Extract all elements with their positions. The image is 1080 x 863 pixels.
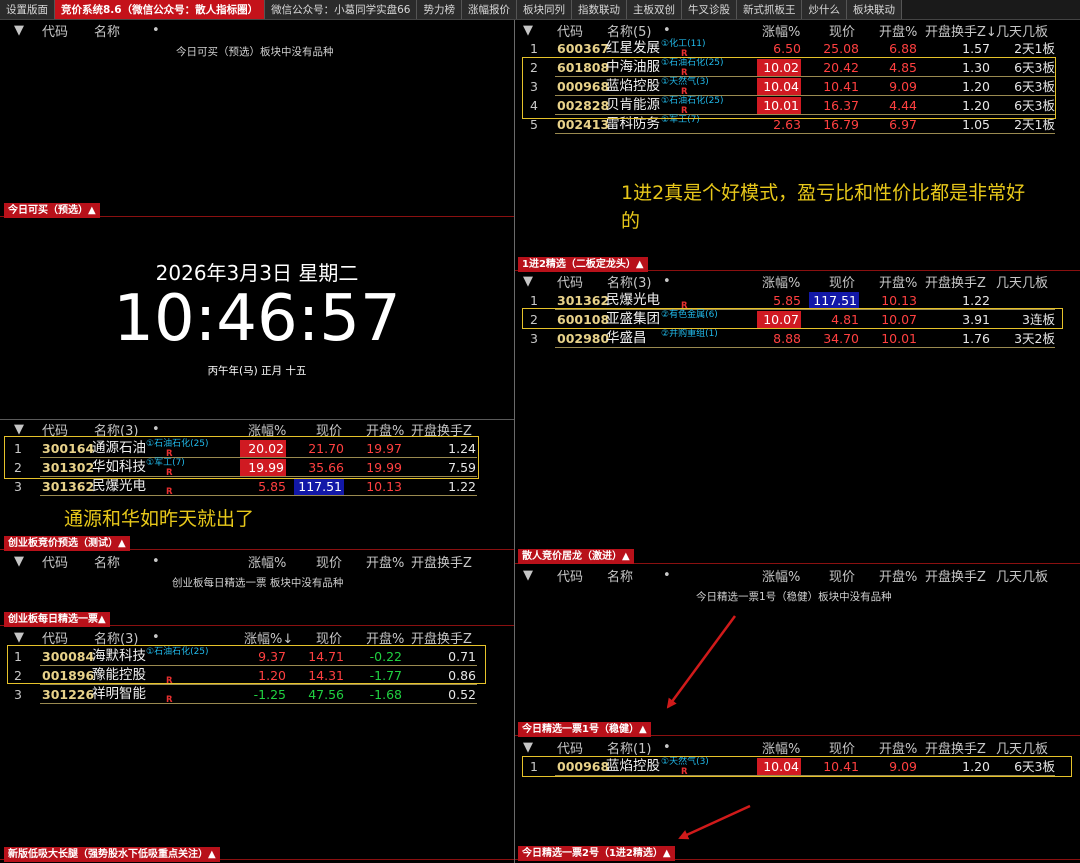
arrow-annotations: [666, 615, 751, 840]
app-window: 设置版面 竞价系统8.6（微信公众号：散人指标圈） 微信公众号：小葛同学实盘66 势力…: [0, 0, 1080, 863]
arrow-icon: [666, 615, 737, 709]
arrow-icon: [678, 804, 751, 840]
